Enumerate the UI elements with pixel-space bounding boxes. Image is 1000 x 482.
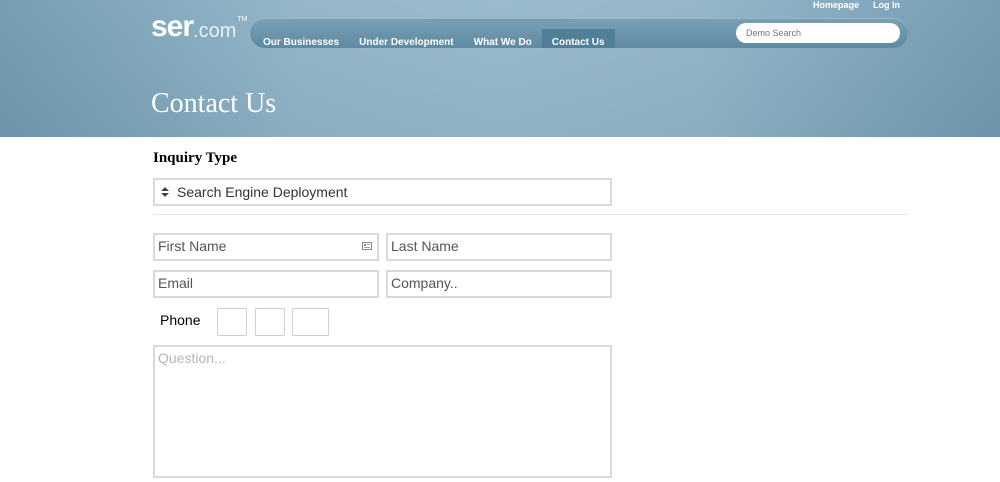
up-down-arrows-icon	[161, 187, 169, 197]
email-field[interactable]: Email	[153, 270, 379, 298]
top-links: Homepage Log In	[813, 0, 900, 10]
inquiry-type-label: Inquiry Type	[153, 150, 238, 166]
contact-card-icon[interactable]	[362, 242, 372, 250]
inquiry-type-value: Search Engine Deployment	[177, 184, 348, 200]
phone-line-input[interactable]	[292, 308, 329, 336]
form-divider	[153, 214, 908, 215]
logo-ser: ser	[151, 10, 194, 43]
inquiry-type-select[interactable]: Search Engine Deployment	[153, 178, 612, 206]
nav-under-development[interactable]: Under Development	[349, 29, 463, 48]
phone-area-code-input[interactable]	[217, 308, 247, 336]
last-name-placeholder: Last Name	[391, 238, 459, 254]
page-title: Contact Us	[151, 88, 277, 119]
question-textarea[interactable]: Question...	[153, 345, 612, 478]
phone-label: Phone	[160, 312, 201, 328]
main-navbar: Our Businesses Under Development What We…	[250, 18, 908, 48]
question-placeholder: Question...	[158, 350, 226, 366]
logo-dotcom: .com	[193, 20, 237, 42]
first-name-field[interactable]: First Name	[153, 233, 379, 261]
nav-contact-us[interactable]: Contact Us	[541, 29, 615, 48]
nav-items: Our Businesses Under Development What We…	[252, 29, 615, 48]
first-name-placeholder: First Name	[158, 238, 227, 254]
email-placeholder: Email	[158, 275, 194, 291]
homepage-link[interactable]: Homepage	[813, 0, 859, 10]
phone-prefix-input[interactable]	[255, 308, 285, 336]
nav-our-businesses[interactable]: Our Businesses	[252, 29, 349, 48]
site-logo[interactable]: ser .com TM	[151, 12, 248, 46]
company-placeholder: Company..	[391, 275, 458, 291]
search-input[interactable]	[736, 23, 900, 43]
company-field[interactable]: Company..	[386, 270, 612, 298]
nav-what-we-do[interactable]: What We Do	[464, 29, 542, 48]
login-link[interactable]: Log In	[873, 0, 900, 10]
last-name-field[interactable]: Last Name	[386, 233, 612, 261]
logo-trademark: TM	[237, 16, 248, 23]
